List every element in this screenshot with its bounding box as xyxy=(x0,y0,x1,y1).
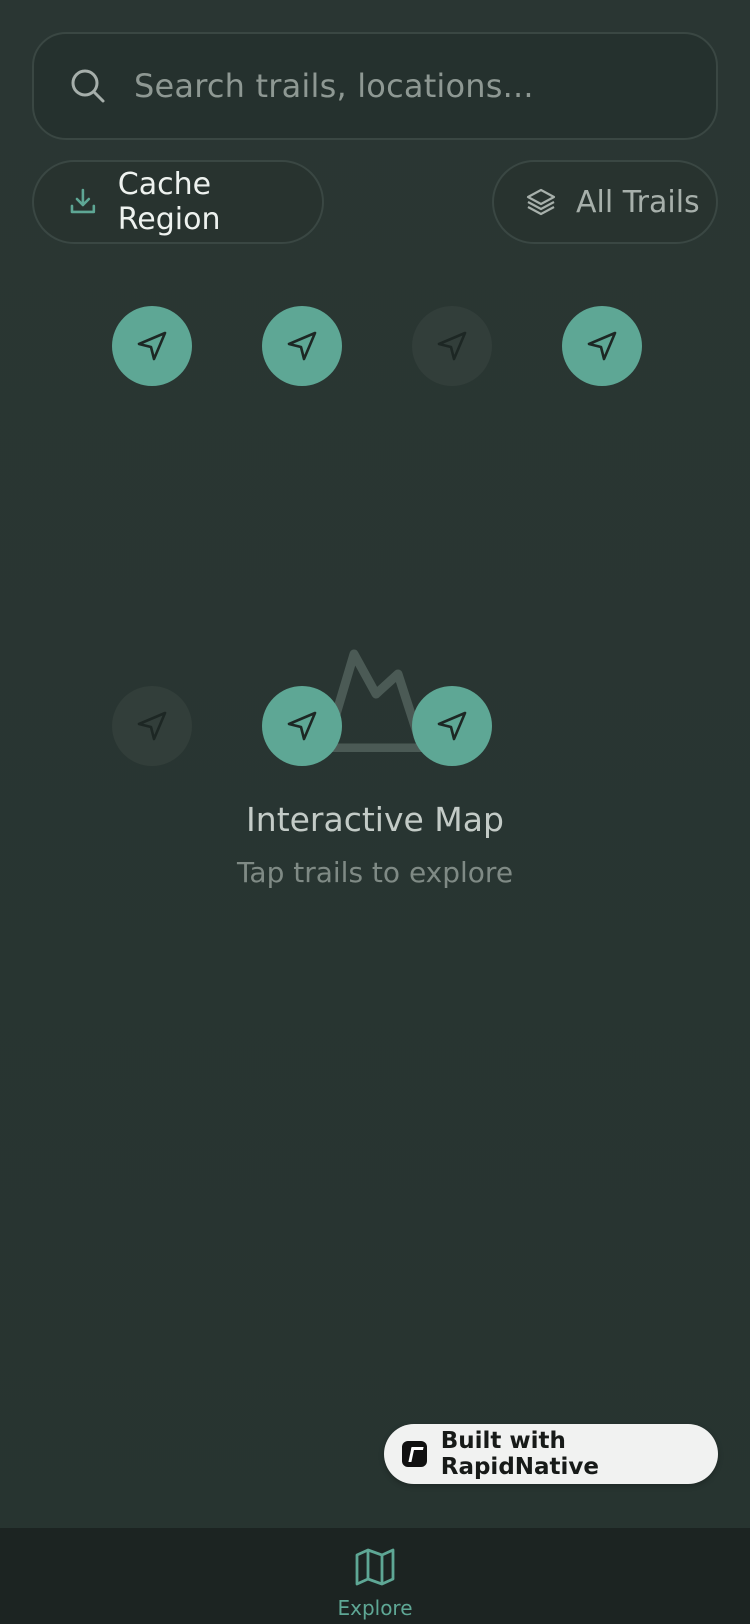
trail-marker[interactable] xyxy=(562,306,642,386)
layers-icon xyxy=(526,188,556,216)
built-with-badge[interactable]: Built with RapidNative xyxy=(384,1424,718,1484)
cache-region-button[interactable]: Cache Region xyxy=(32,160,324,244)
tab-explore[interactable]: Explore xyxy=(325,1546,425,1624)
map-title: Interactive Map xyxy=(246,800,504,839)
all-trails-filter-button[interactable]: All Trails xyxy=(492,160,718,244)
trail-marker[interactable] xyxy=(112,306,192,386)
built-with-label: Built with RapidNative xyxy=(440,1428,600,1480)
trail-marker[interactable] xyxy=(112,686,192,766)
navigation-arrow-icon xyxy=(287,331,317,361)
cache-region-label: Cache Region xyxy=(117,167,221,237)
tab-bar: Explore xyxy=(0,1528,750,1624)
search-input[interactable]: Search trails, locations... xyxy=(134,67,534,105)
explore-screen: Search trails, locations... Cache Region… xyxy=(0,0,750,1624)
all-trails-label: All Trails xyxy=(576,184,700,220)
trail-marker[interactable] xyxy=(412,306,492,386)
download-icon xyxy=(70,188,96,214)
navigation-arrow-icon xyxy=(137,711,167,741)
search-icon xyxy=(71,69,105,103)
trail-marker[interactable] xyxy=(262,306,342,386)
navigation-arrow-icon xyxy=(587,331,617,361)
search-bar[interactable]: Search trails, locations... xyxy=(32,32,718,140)
navigation-arrow-icon xyxy=(287,711,317,741)
trail-marker[interactable] xyxy=(262,686,342,766)
map-subtitle: Tap trails to explore xyxy=(236,856,514,889)
rapidnative-logo-icon xyxy=(402,1441,427,1467)
navigation-arrow-icon xyxy=(137,331,167,361)
navigation-arrow-icon xyxy=(437,711,467,741)
map-icon xyxy=(355,1548,395,1586)
trail-marker[interactable] xyxy=(412,686,492,766)
tab-explore-label: Explore xyxy=(337,1596,413,1620)
navigation-arrow-icon xyxy=(437,331,467,361)
